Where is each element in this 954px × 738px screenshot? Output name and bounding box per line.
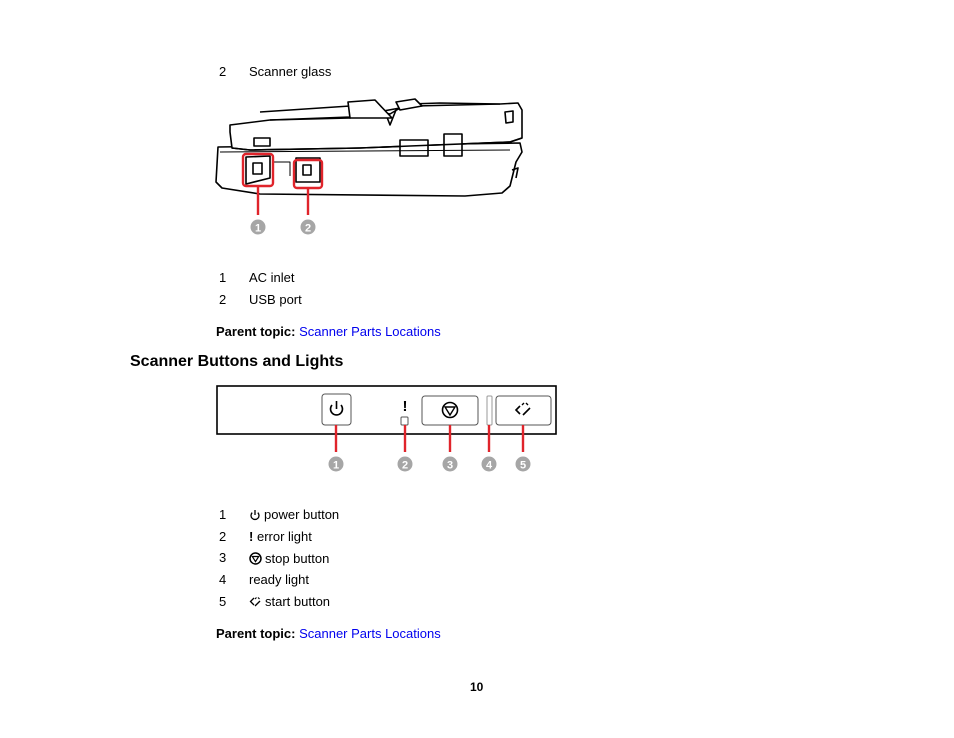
list-item: ! error light (249, 529, 312, 545)
list-number: 3 (219, 550, 227, 565)
stop-button-graphic (421, 395, 479, 426)
list-label: stop button (265, 551, 330, 566)
list-number: 2 (219, 292, 227, 307)
svg-text:1: 1 (255, 223, 261, 235)
start-button-graphic (495, 395, 552, 426)
list-label: Scanner glass (249, 64, 332, 79)
svg-text:4: 4 (486, 460, 493, 472)
exclamation-icon: ! (249, 529, 254, 544)
callout-badge-2: 2 (397, 456, 413, 472)
callout-badge-1: 1 (250, 219, 266, 235)
svg-text:!: ! (403, 398, 408, 415)
list-label: error light (256, 529, 312, 544)
list-number: 2 (219, 64, 227, 79)
parent-topic: Parent topic: Scanner Parts Locations (216, 324, 441, 340)
scanner-rear-figure: 1 2 (215, 98, 523, 235)
list-number: 1 (219, 507, 227, 522)
list-label: USB port (249, 292, 302, 307)
callout-badge-2: 2 (300, 219, 316, 235)
svg-text:2: 2 (305, 223, 311, 235)
callout-badge-4: 4 (481, 456, 497, 472)
svg-text:3: 3 (447, 460, 453, 472)
parent-topic-link[interactable]: Scanner Parts Locations (299, 626, 441, 641)
list-label: ready light (249, 572, 309, 587)
list-number: 1 (219, 270, 227, 285)
list-label: start button (265, 594, 331, 609)
list-label: AC inlet (249, 270, 295, 285)
parent-topic: Parent topic: Scanner Parts Locations (216, 626, 441, 642)
list-item: stop button (249, 551, 329, 567)
parent-topic-label: Parent topic: (216, 626, 296, 641)
parent-topic-label: Parent topic: (216, 324, 296, 339)
svg-text:2: 2 (402, 460, 408, 472)
section-title: Scanner Buttons and Lights (130, 353, 344, 370)
control-panel-figure: ! 1 2 3 4 5 (216, 385, 557, 472)
power-button-graphic (321, 393, 352, 426)
power-icon (250, 510, 260, 521)
callout-badge-3: 3 (442, 456, 458, 472)
list-item: start button (249, 594, 330, 610)
callout-badge-5: 5 (515, 456, 531, 472)
svg-text:1: 1 (333, 460, 339, 472)
stop-icon (249, 552, 262, 565)
svg-text:5: 5 (520, 460, 526, 472)
list-number: 5 (219, 594, 227, 609)
page-number: 10 (470, 680, 484, 694)
list-item: power button (249, 507, 339, 523)
start-icon (249, 597, 261, 607)
error-light-graphic: ! (400, 398, 409, 426)
list-number: 4 (219, 572, 227, 587)
list-label: power button (264, 507, 340, 522)
ready-light-graphic (486, 395, 493, 426)
list-number: 2 (219, 529, 227, 544)
callout-badge-1: 1 (328, 456, 344, 472)
parent-topic-link[interactable]: Scanner Parts Locations (299, 324, 441, 339)
